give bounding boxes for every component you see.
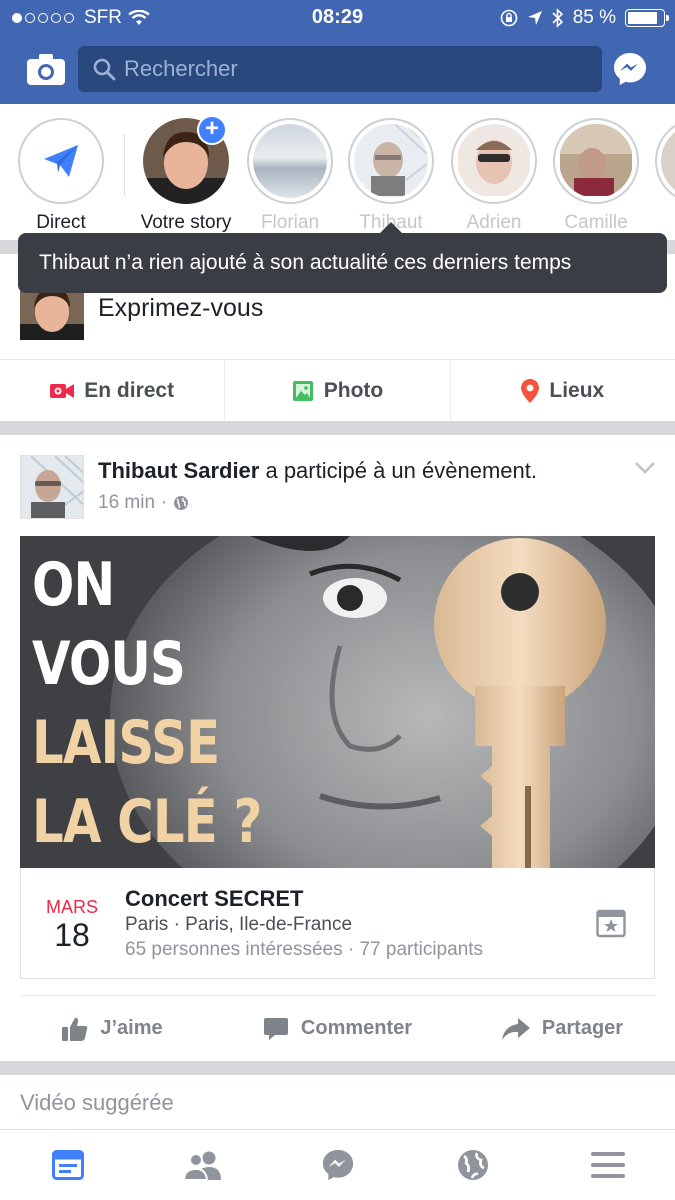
- bottom-tab-bar: [0, 1129, 675, 1200]
- event-month: MARS: [45, 897, 98, 917]
- search-bar[interactable]: [78, 46, 602, 92]
- battery-icon: [625, 9, 669, 27]
- story-own[interactable]: + Votre story: [140, 115, 232, 234]
- story-tooltip[interactable]: Thibaut n’a rien ajouté à son actualité …: [18, 222, 667, 293]
- story-partial[interactable]: N: [652, 118, 675, 234]
- story-label: Florian: [260, 212, 320, 233]
- go-live-button[interactable]: En direct: [0, 360, 224, 421]
- event-card[interactable]: MARS 18 Concert SECRET Paris · Paris, Il…: [20, 868, 655, 979]
- story-label: Direct: [36, 212, 86, 233]
- photo-icon: [292, 380, 313, 401]
- location-pin-icon: [521, 378, 540, 403]
- story-label: N: [652, 212, 675, 234]
- friends-icon: [183, 1151, 221, 1180]
- meta-separator: ·: [161, 492, 168, 513]
- share-icon: [501, 1017, 530, 1040]
- comment-label: Commenter: [300, 1017, 413, 1039]
- post-header: Thibaut Sardier a participé à un évèneme…: [98, 458, 537, 484]
- post-meta: 16 min ·: [98, 492, 189, 514]
- author-name-link[interactable]: Thibaut Sardier: [98, 458, 259, 483]
- suggested-video-section: Vidéo suggérée: [0, 1075, 675, 1129]
- post-time[interactable]: 16 min: [98, 492, 155, 514]
- event-title[interactable]: Concert SECRET: [125, 886, 303, 912]
- status-bar: SFR 08:29 85 %: [0, 0, 675, 36]
- story-label: Camille: [564, 212, 628, 233]
- tab-messenger[interactable]: [270, 1130, 405, 1200]
- photo-button[interactable]: Photo: [224, 360, 449, 421]
- bluetooth-icon: [552, 8, 563, 28]
- story-label: Votre story: [140, 212, 232, 233]
- location-arrow-icon: [527, 11, 542, 25]
- post-author-avatar[interactable]: [20, 455, 84, 519]
- camera-button[interactable]: [26, 52, 66, 86]
- globe-icon: [174, 496, 189, 510]
- menu-icon: [590, 1152, 625, 1178]
- tab-friends[interactable]: [135, 1130, 270, 1200]
- action-label: Lieux: [549, 378, 605, 402]
- reaction-bar: J’aime Commenter Partager: [0, 996, 675, 1061]
- story-adrien[interactable]: Adrien: [448, 118, 540, 234]
- search-input[interactable]: [124, 56, 584, 82]
- video-camera-icon: [50, 383, 75, 398]
- like-label: J’aime: [100, 1017, 163, 1039]
- tab-news-feed[interactable]: [0, 1130, 135, 1200]
- image-headline: ON VOUS LAISSE LA CLÉ ?: [32, 550, 262, 857]
- tab-notifications[interactable]: [405, 1130, 540, 1200]
- like-button[interactable]: J’aime: [0, 996, 225, 1061]
- tab-menu[interactable]: [540, 1130, 675, 1200]
- share-label: Partager: [541, 1017, 624, 1039]
- story-thibaut[interactable]: Thibaut: [345, 118, 437, 234]
- messenger-icon: [322, 1149, 353, 1181]
- paper-plane-icon: [44, 145, 78, 177]
- comment-icon: [263, 1017, 288, 1040]
- event-cover-image[interactable]: ON VOUS LAISSE LA CLÉ ?: [20, 536, 655, 868]
- event-stats: 65 personnes intéressées · 77 participan…: [125, 939, 484, 960]
- feed-post: Thibaut Sardier a participé à un évèneme…: [0, 435, 675, 1061]
- news-feed-icon: [51, 1150, 84, 1180]
- composer-prompt[interactable]: Exprimez-vous: [98, 294, 263, 323]
- event-location: Paris · Paris, Ile-de-France: [125, 914, 353, 935]
- messenger-button[interactable]: [612, 51, 648, 87]
- notifications-globe-icon: [457, 1150, 488, 1180]
- post-action-text: a participé à un évènement.: [259, 458, 537, 483]
- divider: [124, 134, 125, 196]
- add-story-button[interactable]: +: [197, 115, 227, 145]
- comment-button[interactable]: Commenter: [225, 996, 450, 1061]
- event-day: 18: [54, 917, 90, 953]
- battery-percent: 85 %: [572, 7, 616, 28]
- section-divider: [0, 421, 675, 435]
- thumbs-up-icon: [62, 1017, 88, 1041]
- stories-tray[interactable]: Direct + Votre story Florian Adrien Cami…: [0, 104, 675, 242]
- search-icon: [93, 58, 116, 81]
- share-button[interactable]: Partager: [450, 996, 675, 1061]
- chevron-down-icon[interactable]: [634, 461, 656, 475]
- story-direct[interactable]: Direct: [15, 118, 107, 234]
- section-divider: [0, 1061, 675, 1075]
- story-camille[interactable]: Camille: [550, 118, 642, 234]
- action-label: En direct: [84, 378, 175, 402]
- interested-star-icon[interactable]: [596, 908, 626, 938]
- action-label: Photo: [323, 378, 384, 402]
- section-title: Vidéo suggérée: [20, 1090, 174, 1115]
- story-label: Adrien: [466, 212, 522, 233]
- story-florian[interactable]: Florian: [244, 118, 336, 234]
- top-bar: SFR 08:29 85 %: [0, 0, 675, 104]
- rotation-lock-icon: [500, 9, 517, 27]
- places-button[interactable]: Lieux: [449, 360, 675, 421]
